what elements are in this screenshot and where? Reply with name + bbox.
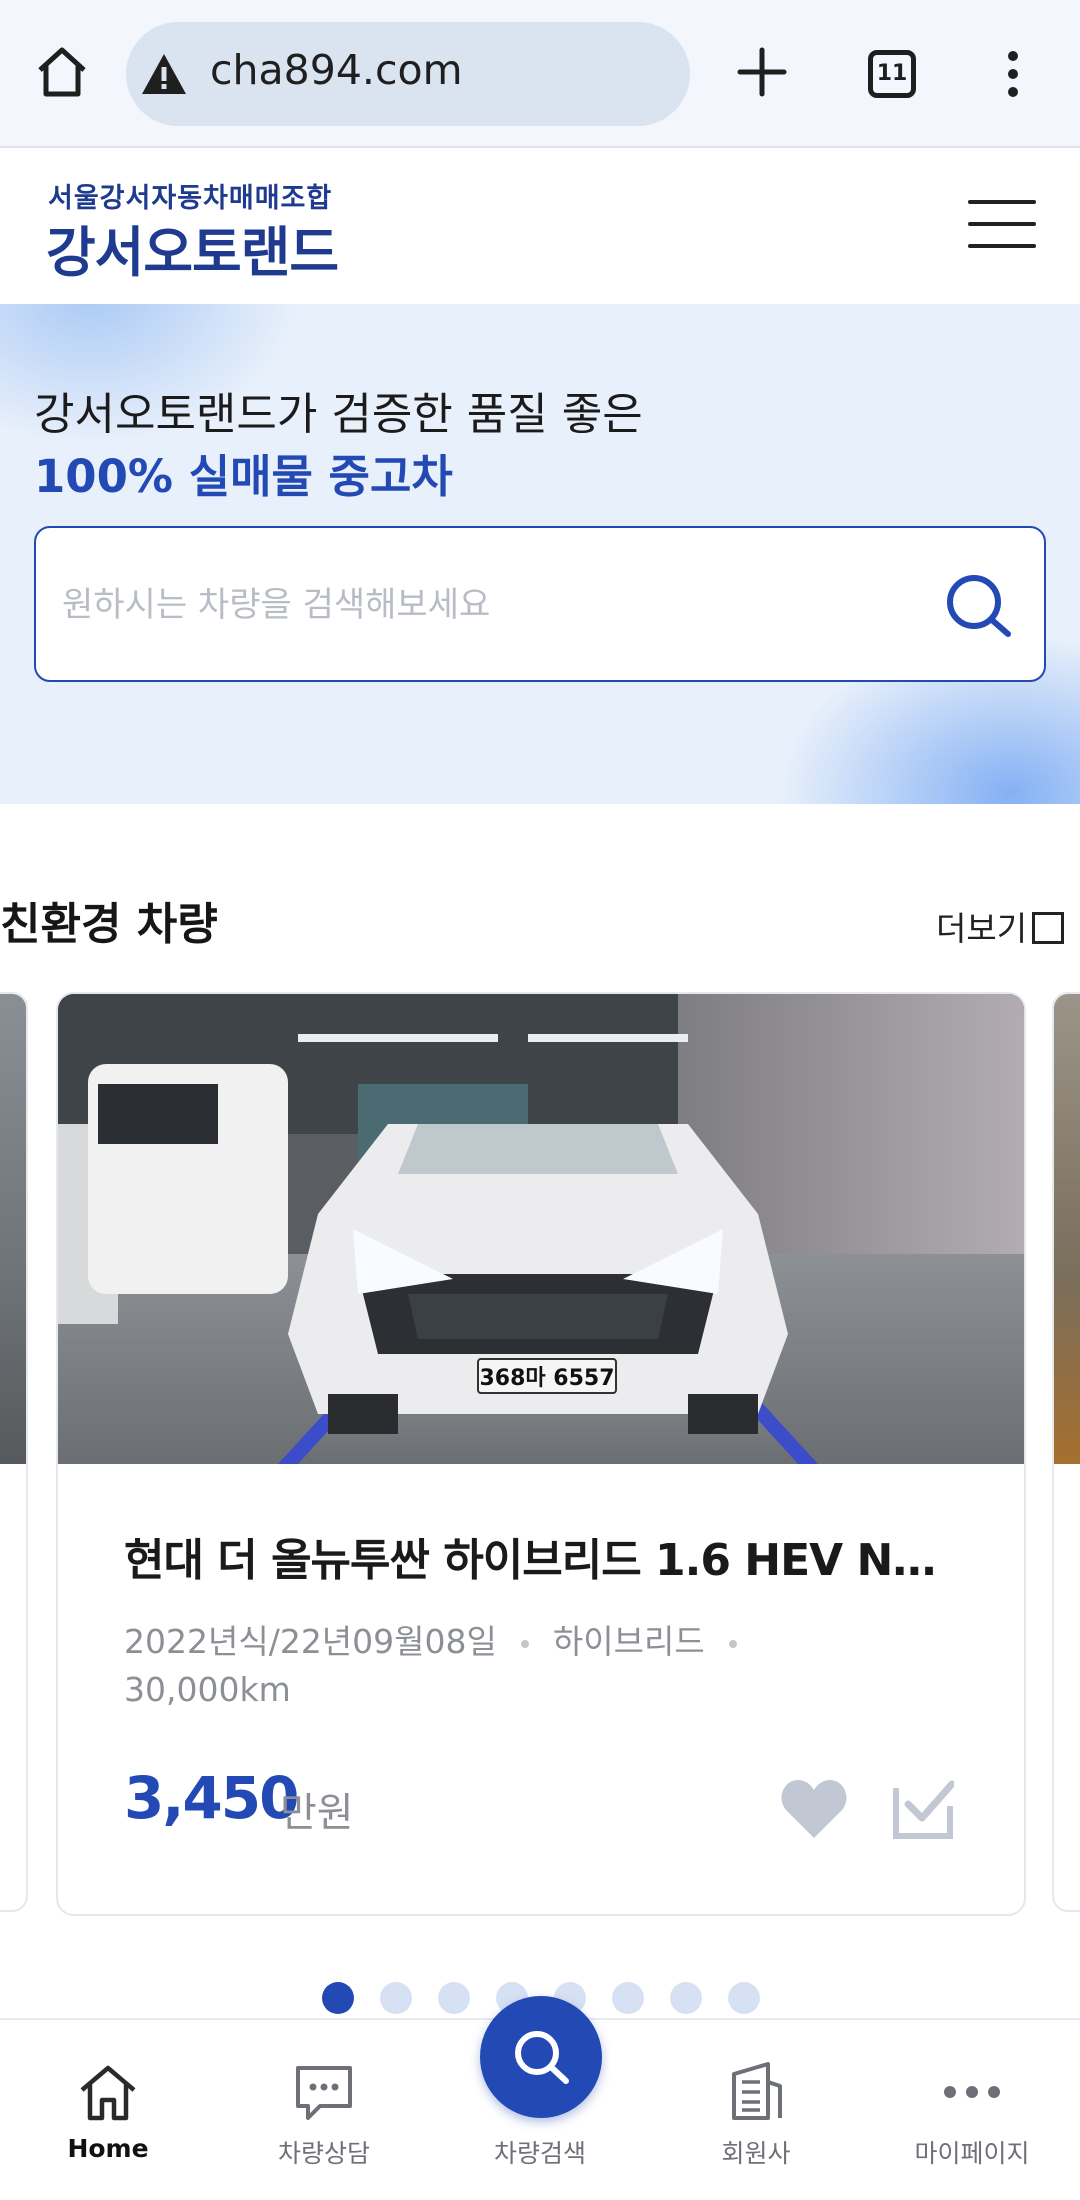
car-fuel: 하이브리드 xyxy=(552,1622,705,1661)
logo[interactable]: 강서오토랜드 xyxy=(46,208,339,287)
nav-members[interactable]: 회원사 xyxy=(648,2020,864,2200)
tab-count-button[interactable]: 11 xyxy=(868,50,916,98)
nav-label: 회원사 xyxy=(721,2139,791,2168)
url-text[interactable]: cha894.com xyxy=(210,46,463,94)
nav-mypage[interactable]: 마이페이지 xyxy=(864,2020,1080,2200)
section-title: 친환경 차량 xyxy=(0,899,218,950)
building-icon xyxy=(732,2062,782,2120)
page: cha894.com 11 서울강서자동차매매조합 강서오토랜드 강서오토랜드가… xyxy=(0,0,1080,2200)
nav-label: Home xyxy=(67,2134,149,2163)
previous-card[interactable] xyxy=(0,992,28,1912)
compare-check-icon[interactable] xyxy=(892,1778,954,1840)
new-tab-icon[interactable] xyxy=(734,44,790,100)
car-card[interactable]: 368마 6557 현대 더 올뉴투싼 하이브리드 1.6 HEV N라인 20… xyxy=(56,992,1026,1916)
search-box xyxy=(34,526,1046,682)
carousel-dot[interactable] xyxy=(322,1982,354,2014)
nav-label: 마이페이지 xyxy=(914,2139,1030,2168)
search-icon[interactable] xyxy=(942,570,1014,642)
separator-dot xyxy=(520,1639,529,1648)
chat-bubble-icon xyxy=(296,2066,352,2120)
home-icon xyxy=(80,2065,136,2121)
search-fab[interactable] xyxy=(480,1996,602,2118)
more-vert-icon[interactable] xyxy=(1006,50,1020,98)
search-icon xyxy=(515,2031,569,2084)
more-horiz-icon xyxy=(944,2086,1000,2098)
hero-banner: 강서오토랜드가 검증한 품질 좋은 100% 실매물 중고차 xyxy=(0,304,1080,804)
car-meta: 2022년식/22년09월08일 하이브리드 30,000km xyxy=(124,1618,884,1714)
carousel-dot[interactable] xyxy=(380,1982,412,2014)
carousel-dot[interactable] xyxy=(612,1982,644,2014)
next-card[interactable] xyxy=(1052,992,1080,1912)
separator-dot xyxy=(728,1639,737,1648)
car-year: 2022년식/22년09월08일 xyxy=(124,1622,497,1661)
home-icon[interactable] xyxy=(30,40,94,104)
heart-icon[interactable] xyxy=(780,1778,848,1840)
car-title[interactable]: 현대 더 올뉴투싼 하이브리드 1.6 HEV N라인 xyxy=(124,1524,964,1588)
car-price: 3,450 xyxy=(124,1764,299,1832)
carousel-dot[interactable] xyxy=(670,1982,702,2014)
nav-label: 차량검색 xyxy=(493,2139,586,2168)
site-header: 서울강서자동차매매조합 강서오토랜드 xyxy=(0,150,1080,304)
hero-headline: 강서오토랜드가 검증한 품질 좋은 xyxy=(34,389,643,440)
car-mileage: 30,000km xyxy=(124,1670,291,1709)
hero-subheadline: 100% 실매물 중고차 xyxy=(34,450,453,503)
warning-icon[interactable] xyxy=(140,52,188,96)
hamburger-menu-icon[interactable] xyxy=(968,200,1036,252)
nav-home[interactable]: Home xyxy=(0,2020,216,2200)
price-unit: 만원 xyxy=(280,1790,354,1836)
carousel-dot[interactable] xyxy=(728,1982,760,2014)
search-input[interactable] xyxy=(62,568,922,642)
nav-label: 차량상담 xyxy=(277,2139,370,2168)
nav-consult[interactable]: 차량상담 xyxy=(216,2020,432,2200)
more-link[interactable]: 더보기 xyxy=(936,902,1027,950)
license-plate: 368마 6557 xyxy=(479,1366,614,1391)
browser-toolbar: cha894.com 11 xyxy=(0,0,1080,148)
carousel-dot[interactable] xyxy=(438,1982,470,2014)
more-icon[interactable] xyxy=(1032,912,1064,944)
car-photo[interactable]: 368마 6557 xyxy=(58,994,1026,1464)
